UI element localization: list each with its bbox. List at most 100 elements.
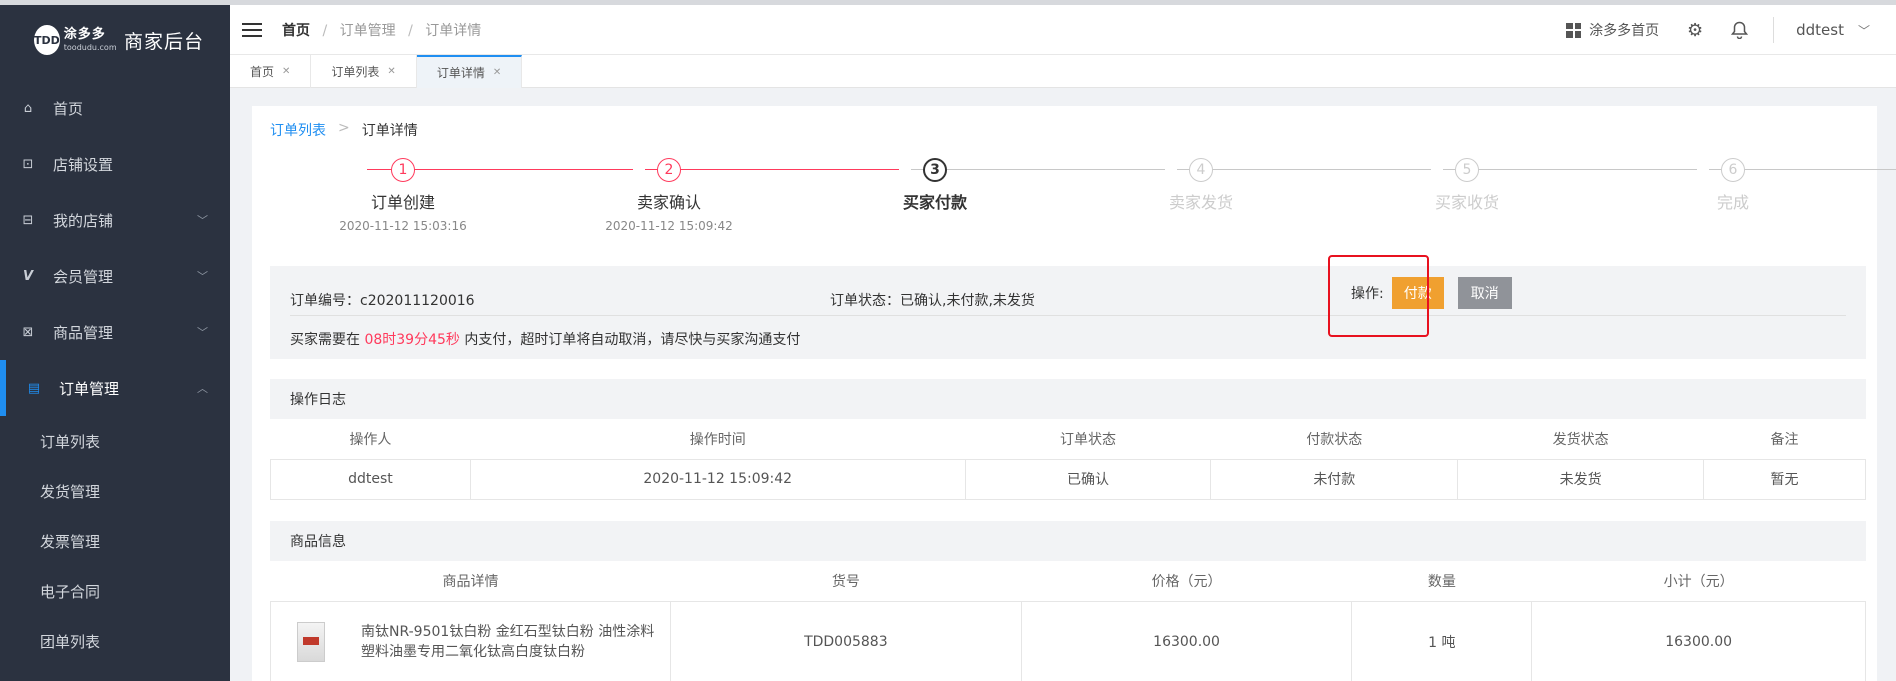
close-icon[interactable]: ✕ bbox=[282, 66, 290, 77]
breadcrumb: 首页 / 订单管理 / 订单详情 bbox=[282, 22, 482, 39]
logo: TDD 涂多多 toodudu.com bbox=[34, 23, 117, 57]
goods-icon: ⊠ bbox=[22, 324, 34, 340]
close-icon[interactable]: ✕ bbox=[493, 67, 501, 78]
menu-toggle-icon[interactable] bbox=[242, 22, 262, 37]
top-header: 首页 / 订单管理 / 订单详情 涂多多首页 ⚙ ddtest ﹀ bbox=[230, 5, 1896, 55]
actions-label: 操作: bbox=[1351, 286, 1384, 302]
pay-button[interactable]: 付款 bbox=[1391, 277, 1444, 309]
goods-detail-cell: 南钛NR-9501钛白粉 金红石型钛白粉 油性涂料塑料油墨专用二氧化钛高白度钛白… bbox=[270, 600, 671, 681]
logo-domain: toodudu.com bbox=[63, 43, 117, 52]
step-buyer-receive: 5 买家收货 bbox=[1367, 156, 1567, 213]
payment-countdown: 08时39分45秒 bbox=[364, 332, 460, 348]
operation-log-table: 操作人 操作时间 订单状态 付款状态 发货状态 备注 ddtest 2020-1… bbox=[270, 419, 1866, 500]
sidebar-subitem-group-orders[interactable]: 团单列表 bbox=[0, 616, 230, 666]
home-icon: ⌂ bbox=[23, 100, 33, 116]
shop-icon: ⊟ bbox=[22, 212, 34, 228]
sidebar-item-members[interactable]: V 会员管理 ﹀ bbox=[0, 248, 230, 304]
column-header: 备注 bbox=[1703, 419, 1866, 460]
column-header: 数量 bbox=[1351, 561, 1532, 602]
column-header: 小计（元） bbox=[1531, 561, 1866, 602]
tab-label: 订单详情 bbox=[436, 66, 485, 80]
product-name[interactable]: 南钛NR-9501钛白粉 金红石型钛白粉 油性涂料塑料油墨专用二氧化钛高白度钛白… bbox=[361, 622, 661, 662]
sidebar-subitem-contract[interactable]: 电子合同 bbox=[0, 566, 230, 616]
step-name: 买家收货 bbox=[1434, 193, 1499, 212]
order-number-label: 订单编号： bbox=[290, 293, 360, 309]
tab-order-list[interactable]: 订单列表 ✕ bbox=[311, 55, 417, 88]
order-detail-panel: 订单列表 > 订单详情 1 订单创建 2020-11-12 15:03:16 2… bbox=[252, 106, 1896, 681]
goods-price: 16300.00 bbox=[1020, 600, 1353, 681]
username[interactable]: ddtest bbox=[1796, 21, 1844, 39]
sidebar-item-label: 会员管理 bbox=[53, 267, 114, 286]
member-icon: V bbox=[22, 268, 34, 284]
goods-quantity: 1 吨 bbox=[1351, 600, 1533, 681]
step-number: 2 bbox=[657, 158, 681, 182]
log-order-status: 已确认 bbox=[964, 458, 1212, 500]
gear-icon[interactable]: ⚙ bbox=[1685, 20, 1705, 41]
step-time: 2020-11-12 15:03:16 bbox=[339, 219, 467, 233]
store-icon: ⊡ bbox=[22, 156, 34, 172]
step-seller-confirm: 2 卖家确认 2020-11-12 15:09:42 bbox=[569, 156, 769, 233]
column-header: 操作时间 bbox=[470, 419, 966, 460]
sidebar-item-goods[interactable]: ⊠ 商品管理 ﹀ bbox=[0, 304, 230, 360]
step-order-created: 1 订单创建 2020-11-12 15:03:16 bbox=[303, 156, 503, 233]
order-info-box: 订单编号：c202011120016 订单状态：已确认,未付款,未发货 操作: … bbox=[270, 266, 1866, 359]
step-name: 完成 bbox=[1716, 193, 1749, 212]
step-name: 卖家发货 bbox=[1168, 193, 1233, 212]
sidebar-item-label: 商品管理 bbox=[53, 323, 114, 342]
sidebar-subitem-invoice[interactable]: 发票管理 bbox=[0, 516, 230, 566]
goods-section-title: 商品信息 bbox=[270, 521, 1866, 561]
site-home-link[interactable]: 涂多多首页 bbox=[1566, 20, 1659, 40]
log-time: 2020-11-12 15:09:42 bbox=[469, 458, 966, 500]
sidebar-item-label: 首页 bbox=[53, 99, 84, 118]
divider bbox=[1773, 17, 1775, 43]
cancel-button[interactable]: 取消 bbox=[1457, 277, 1512, 309]
step-number: 3 bbox=[923, 158, 947, 182]
tab-bar: 首页 ✕ 订单列表 ✕ 订单详情 ✕ bbox=[230, 55, 1896, 88]
step-number: 5 bbox=[1455, 158, 1479, 182]
step-number: 6 bbox=[1721, 158, 1745, 182]
notice-suffix: 内支付，超时订单将自动取消，请尽快与买家沟通支付 bbox=[464, 332, 801, 348]
order-progress-steps: 1 订单创建 2020-11-12 15:03:16 2 卖家确认 2020-1… bbox=[252, 156, 1896, 236]
product-image[interactable] bbox=[297, 622, 325, 662]
column-header: 商品详情 bbox=[270, 561, 671, 602]
breadcrumb-order-manage[interactable]: 订单管理 bbox=[340, 23, 396, 39]
top-strip bbox=[0, 0, 1896, 5]
goods-sku: TDD005883 bbox=[669, 600, 1022, 681]
column-header: 发货状态 bbox=[1457, 419, 1704, 460]
log-remark: 暂无 bbox=[1703, 458, 1866, 500]
order-status-value: 已确认,未付款,未发货 bbox=[900, 293, 1035, 309]
brand-title: 商家后台 bbox=[124, 30, 205, 53]
breadcrumb-order-list-link[interactable]: 订单列表 bbox=[270, 120, 326, 140]
tab-order-detail[interactable]: 订单详情 ✕ bbox=[416, 55, 523, 88]
close-icon[interactable]: ✕ bbox=[387, 66, 395, 77]
step-name: 卖家确认 bbox=[636, 193, 701, 212]
order-number-value: c202011120016 bbox=[360, 293, 475, 309]
step-seller-ship: 4 卖家发货 bbox=[1101, 156, 1301, 213]
page-breadcrumb: 订单列表 > 订单详情 bbox=[270, 120, 418, 140]
tab-label: 订单列表 bbox=[331, 65, 380, 79]
bell-icon[interactable] bbox=[1729, 20, 1749, 40]
sidebar-subitem-shipping[interactable]: 发货管理 bbox=[0, 466, 230, 516]
logo-name: 涂多多 bbox=[63, 27, 106, 42]
step-name: 订单创建 bbox=[370, 193, 435, 212]
table-header-row: 操作人 操作时间 订单状态 付款状态 发货状态 备注 bbox=[270, 419, 1866, 460]
sidebar-item-store-settings[interactable]: ⊡ 店铺设置 bbox=[0, 136, 230, 192]
grid-icon bbox=[1566, 22, 1582, 38]
table-header-row: 商品详情 货号 价格（元） 数量 小计（元） bbox=[270, 561, 1866, 602]
sidebar-item-home[interactable]: ⌂ 首页 bbox=[0, 80, 230, 136]
sidebar: TDD 涂多多 toodudu.com 商家后台 ⌂ 首页 ⊡ 店铺设置 ⊟ 我… bbox=[0, 0, 230, 681]
log-pay-status: 未付款 bbox=[1210, 458, 1459, 500]
chevron-down-icon: ﹀ bbox=[197, 214, 208, 227]
brand[interactable]: TDD 涂多多 toodudu.com 商家后台 bbox=[0, 0, 230, 80]
site-home-label: 涂多多首页 bbox=[1589, 23, 1660, 39]
breadcrumb-current: 订单详情 bbox=[361, 123, 418, 139]
order-actions: 操作: 付款 取消 bbox=[1351, 277, 1512, 309]
sidebar-item-label: 订单管理 bbox=[59, 379, 120, 398]
chevron-down-icon[interactable]: ﹀ bbox=[1858, 22, 1870, 39]
tab-home[interactable]: 首页 ✕ bbox=[230, 55, 312, 88]
sidebar-subitem-order-list[interactable]: 订单列表 bbox=[0, 416, 230, 466]
sidebar-item-orders[interactable]: ▤ 订单管理 ︿ bbox=[0, 360, 230, 416]
breadcrumb-home[interactable]: 首页 bbox=[282, 23, 310, 39]
sidebar-item-my-store[interactable]: ⊟ 我的店铺 ﹀ bbox=[0, 192, 230, 248]
order-status-label: 订单状态： bbox=[830, 293, 900, 309]
